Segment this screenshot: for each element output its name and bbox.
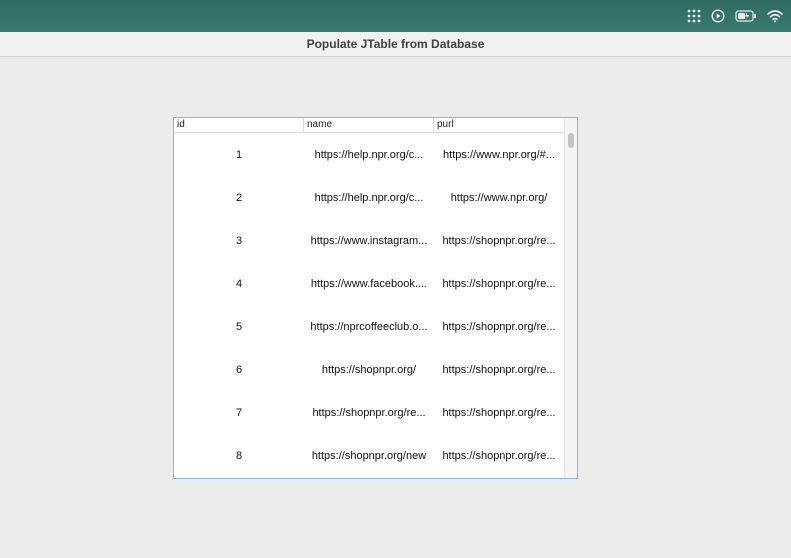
- cell-purl[interactable]: https://shopnpr.org/re...: [434, 235, 564, 247]
- window-title: Populate JTable from Database: [306, 37, 485, 51]
- cell-name[interactable]: https://www.facebook....: [304, 278, 434, 290]
- table-row[interactable]: 5 https://nprcoffeeclub.o... https://sho…: [174, 305, 564, 348]
- battery-icon[interactable]: [735, 9, 757, 23]
- cell-name[interactable]: https://help.npr.org/c...: [304, 149, 434, 161]
- cell-purl[interactable]: https://shopnpr.org/re...: [434, 321, 564, 333]
- cell-id[interactable]: 1: [174, 149, 304, 161]
- table-row[interactable]: 1 https://help.npr.org/c... https://www.…: [174, 133, 564, 176]
- table-row[interactable]: 6 https://shopnpr.org/ https://shopnpr.o…: [174, 348, 564, 391]
- vertical-scrollbar[interactable]: [564, 118, 577, 478]
- cell-id[interactable]: 3: [174, 235, 304, 247]
- cell-purl[interactable]: https://shopnpr.org/re...: [434, 364, 564, 376]
- table-row[interactable]: 7 https://shopnpr.org/re... https://shop…: [174, 391, 564, 434]
- column-header-purl[interactable]: purl: [434, 118, 564, 132]
- cell-purl[interactable]: https://www.npr.org/: [434, 192, 564, 204]
- cell-purl[interactable]: https://www.npr.org/#...: [434, 149, 564, 161]
- cell-id[interactable]: 4: [174, 278, 304, 290]
- cell-name[interactable]: https://shopnpr.org/: [304, 364, 434, 376]
- cell-name[interactable]: https://shopnpr.org/new: [304, 450, 434, 462]
- table-row[interactable]: 4 https://www.facebook.... https://shopn…: [174, 262, 564, 305]
- table-row[interactable]: 3 https://www.instagram... https://shopn…: [174, 219, 564, 262]
- cell-purl[interactable]: https://shopnpr.org/re...: [434, 450, 564, 462]
- cell-id[interactable]: 8: [174, 450, 304, 462]
- cell-purl[interactable]: https://shopnpr.org/re...: [434, 278, 564, 290]
- wifi-icon[interactable]: [767, 9, 783, 23]
- play-circle-icon[interactable]: [711, 9, 725, 23]
- cell-name[interactable]: https://nprcoffeeclub.o...: [304, 321, 434, 333]
- column-header-name[interactable]: name: [304, 118, 434, 132]
- scrollbar-thumb[interactable]: [568, 133, 574, 148]
- status-icons: [687, 6, 783, 26]
- cell-name[interactable]: https://help.npr.org/c...: [304, 192, 434, 204]
- control-center-icon[interactable]: [687, 9, 701, 23]
- cell-name[interactable]: https://shopnpr.org/re...: [304, 407, 434, 419]
- cell-id[interactable]: 2: [174, 192, 304, 204]
- cell-id[interactable]: 7: [174, 407, 304, 419]
- window-titlebar[interactable]: Populate JTable from Database: [0, 32, 791, 57]
- table-row[interactable]: 8 https://shopnpr.org/new https://shopnp…: [174, 434, 564, 477]
- cell-name[interactable]: https://www.instagram...: [304, 235, 434, 247]
- cell-purl[interactable]: https://shopnpr.org/re...: [434, 407, 564, 419]
- cell-id[interactable]: 6: [174, 364, 304, 376]
- column-header-id[interactable]: id: [174, 118, 304, 132]
- table-body: 1 https://help.npr.org/c... https://www.…: [174, 133, 564, 478]
- cell-id[interactable]: 5: [174, 321, 304, 333]
- table-row[interactable]: 2 https://help.npr.org/c... https://www.…: [174, 176, 564, 219]
- system-menubar: [0, 0, 791, 32]
- table-header: id name purl: [174, 118, 564, 133]
- window-content: id name purl 1 https://help.npr.org/c...…: [0, 57, 791, 558]
- data-table[interactable]: id name purl 1 https://help.npr.org/c...…: [173, 117, 578, 479]
